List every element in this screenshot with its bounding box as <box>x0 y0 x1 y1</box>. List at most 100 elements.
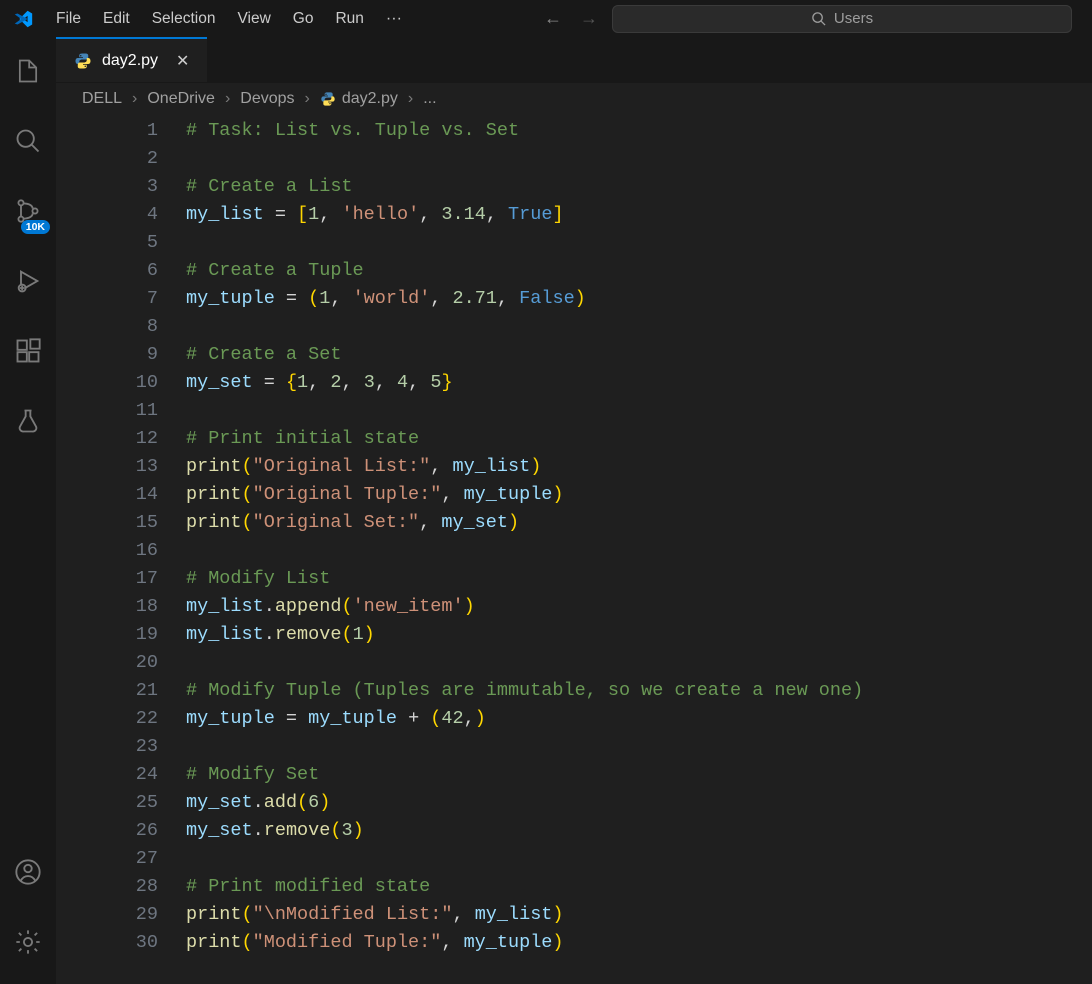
activity-extensions-icon[interactable] <box>0 327 56 375</box>
nav-forward-icon[interactable]: → <box>580 8 598 29</box>
code-line[interactable] <box>186 845 1092 873</box>
line-number: 12 <box>56 425 158 453</box>
code-line[interactable]: # Create a List <box>186 173 1092 201</box>
line-number: 16 <box>56 537 158 565</box>
line-number: 7 <box>56 285 158 313</box>
menu-view[interactable]: View <box>227 6 280 32</box>
line-number: 10 <box>56 369 158 397</box>
tab-label: day2.py <box>102 52 158 70</box>
code-line[interactable] <box>186 537 1092 565</box>
code-line[interactable] <box>186 229 1092 257</box>
code-line[interactable]: my_tuple = my_tuple + (42,) <box>186 705 1092 733</box>
code-line[interactable]: my_list = [1, 'hello', 3.14, True] <box>186 201 1092 229</box>
search-placeholder: Users <box>834 10 873 27</box>
code-line[interactable] <box>186 313 1092 341</box>
python-file-icon <box>320 91 336 107</box>
code-line[interactable]: # Modify List <box>186 565 1092 593</box>
main-row: 10K day <box>0 37 1092 984</box>
menu-edit[interactable]: Edit <box>93 6 140 32</box>
line-number: 30 <box>56 929 158 957</box>
code-line[interactable]: print("Original List:", my_list) <box>186 453 1092 481</box>
editor-area: day2.py ✕ DELL › OneDrive › Devops › day… <box>56 37 1092 984</box>
python-file-icon <box>74 52 92 70</box>
activity-testing-icon[interactable] <box>0 397 56 445</box>
search-icon <box>811 11 826 26</box>
code-line[interactable]: # Print initial state <box>186 425 1092 453</box>
line-number: 6 <box>56 257 158 285</box>
line-number: 8 <box>56 313 158 341</box>
breadcrumb-item-file[interactable]: day2.py <box>320 90 398 108</box>
breadcrumb-file-label: day2.py <box>342 90 398 108</box>
code-line[interactable] <box>186 145 1092 173</box>
breadcrumb[interactable]: DELL › OneDrive › Devops › day2.py › ... <box>56 83 1092 115</box>
chevron-right-icon: › <box>225 90 230 108</box>
title-center: ← → Users <box>416 5 1084 33</box>
line-number: 17 <box>56 565 158 593</box>
line-number: 25 <box>56 789 158 817</box>
menu-bar: File Edit Selection View Go Run ··· <box>46 6 412 32</box>
menu-selection[interactable]: Selection <box>142 6 226 32</box>
code-line[interactable]: print("Modified Tuple:", my_tuple) <box>186 929 1092 957</box>
line-number: 2 <box>56 145 158 173</box>
code-line[interactable]: # Task: List vs. Tuple vs. Set <box>186 117 1092 145</box>
code-line[interactable] <box>186 397 1092 425</box>
line-number-gutter: 1234567891011121314151617181920212223242… <box>56 117 186 984</box>
code-line[interactable]: my_set.add(6) <box>186 789 1092 817</box>
activity-accounts-icon[interactable] <box>0 848 56 896</box>
line-number: 1 <box>56 117 158 145</box>
code-line[interactable]: # Create a Tuple <box>186 257 1092 285</box>
line-number: 4 <box>56 201 158 229</box>
code-line[interactable]: # Print modified state <box>186 873 1092 901</box>
scm-badge: 10K <box>21 220 50 234</box>
line-number: 23 <box>56 733 158 761</box>
line-number: 29 <box>56 901 158 929</box>
breadcrumb-item[interactable]: Devops <box>240 90 294 108</box>
menu-file[interactable]: File <box>46 6 91 32</box>
tab-day2-py[interactable]: day2.py ✕ <box>56 37 207 82</box>
nav-arrows: ← → <box>544 8 598 29</box>
code-line[interactable]: my_set = {1, 2, 3, 4, 5} <box>186 369 1092 397</box>
line-number: 24 <box>56 761 158 789</box>
code-line[interactable]: my_tuple = (1, 'world', 2.71, False) <box>186 285 1092 313</box>
line-number: 22 <box>56 705 158 733</box>
line-number: 15 <box>56 509 158 537</box>
activity-search-icon[interactable] <box>0 117 56 165</box>
code-line[interactable]: # Create a Set <box>186 341 1092 369</box>
chevron-right-icon: › <box>408 90 413 108</box>
menu-overflow-icon[interactable]: ··· <box>376 6 412 32</box>
code-line[interactable]: print("Original Set:", my_set) <box>186 509 1092 537</box>
code-line[interactable]: my_list.remove(1) <box>186 621 1092 649</box>
line-number: 11 <box>56 397 158 425</box>
breadcrumb-item[interactable]: DELL <box>82 90 122 108</box>
line-number: 5 <box>56 229 158 257</box>
activity-run-debug-icon[interactable] <box>0 257 56 305</box>
line-number: 14 <box>56 481 158 509</box>
command-center-search[interactable]: Users <box>612 5 1072 33</box>
vscode-logo-icon <box>12 8 34 30</box>
code-line[interactable]: print("\nModified List:", my_list) <box>186 901 1092 929</box>
line-number: 28 <box>56 873 158 901</box>
code-line[interactable]: # Modify Tuple (Tuples are immutable, so… <box>186 677 1092 705</box>
tab-close-icon[interactable]: ✕ <box>172 49 193 73</box>
activity-source-control-icon[interactable]: 10K <box>0 187 56 235</box>
code-line[interactable]: print("Original Tuple:", my_tuple) <box>186 481 1092 509</box>
activity-explorer-icon[interactable] <box>0 47 56 95</box>
line-number: 3 <box>56 173 158 201</box>
nav-back-icon[interactable]: ← <box>544 8 562 29</box>
breadcrumb-item[interactable]: ... <box>423 90 436 108</box>
line-number: 9 <box>56 341 158 369</box>
line-number: 19 <box>56 621 158 649</box>
code-lines[interactable]: # Task: List vs. Tuple vs. Set # Create a… <box>186 117 1092 984</box>
breadcrumb-item[interactable]: OneDrive <box>147 90 215 108</box>
code-line[interactable] <box>186 649 1092 677</box>
code-line[interactable]: # Modify Set <box>186 761 1092 789</box>
activity-settings-icon[interactable] <box>0 918 56 966</box>
code-editor[interactable]: 1234567891011121314151617181920212223242… <box>56 115 1092 984</box>
code-line[interactable]: my_set.remove(3) <box>186 817 1092 845</box>
code-line[interactable]: my_list.append('new_item') <box>186 593 1092 621</box>
code-line[interactable] <box>186 733 1092 761</box>
menu-run[interactable]: Run <box>325 6 373 32</box>
line-number: 20 <box>56 649 158 677</box>
line-number: 26 <box>56 817 158 845</box>
menu-go[interactable]: Go <box>283 6 324 32</box>
